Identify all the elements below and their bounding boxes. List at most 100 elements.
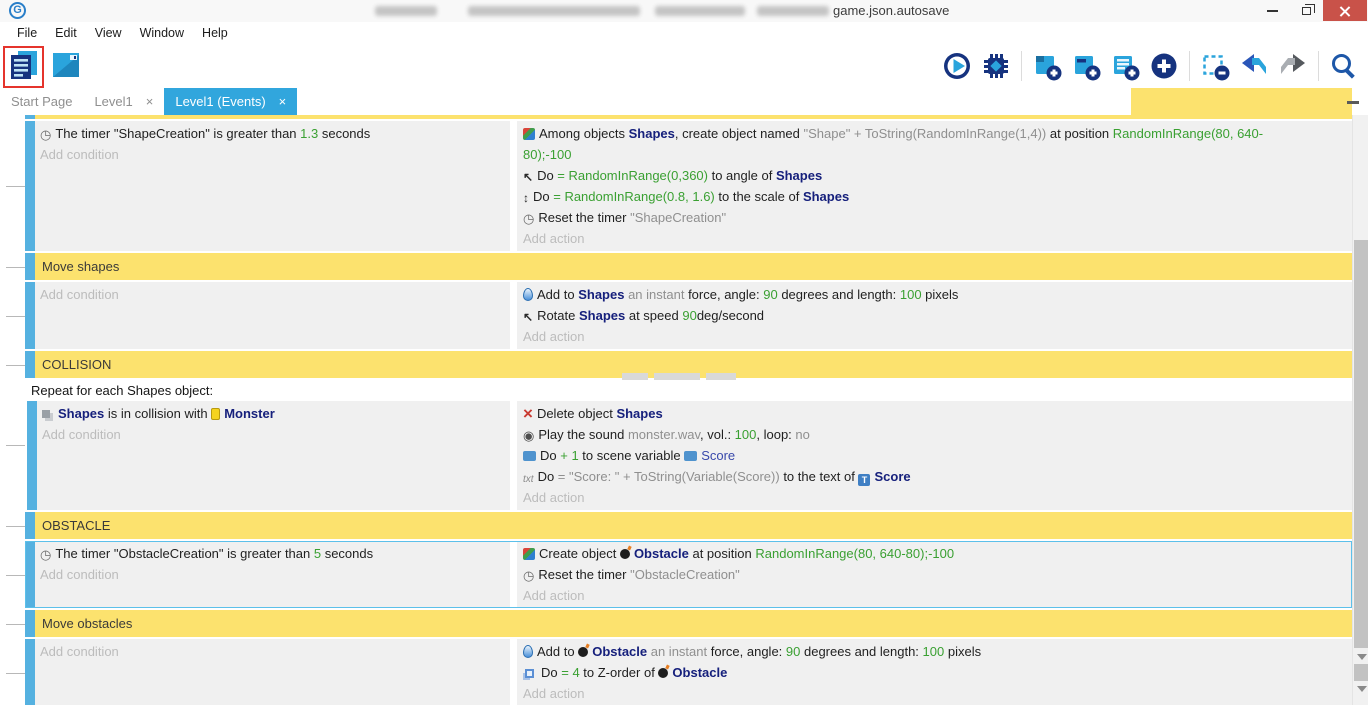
- scroll-down-icon[interactable]: [1357, 686, 1367, 692]
- search-button[interactable]: [1326, 49, 1362, 83]
- condition-line[interactable]: The timer "ObstacleCreation" is greater …: [40, 543, 510, 564]
- column-gap: [510, 639, 517, 705]
- angle-icon: [523, 171, 533, 183]
- redacted-title-segment: [375, 6, 437, 16]
- event-row[interactable]: The timer "ShapeCreation" is greater tha…: [25, 121, 1352, 251]
- add-action[interactable]: Add action: [523, 487, 1352, 508]
- scrollbar-thumb[interactable]: [1354, 664, 1368, 681]
- tab-level1-events[interactable]: Level1 (Events) ×: [164, 88, 297, 115]
- scrollbar-thumb[interactable]: [1354, 240, 1368, 648]
- add-condition[interactable]: Add condition: [40, 284, 510, 305]
- action-line[interactable]: Add to Obstacle an instant force, angle:…: [523, 641, 1352, 662]
- event-handle[interactable]: [25, 282, 35, 349]
- event-handle[interactable]: [25, 351, 35, 378]
- foreach-header[interactable]: Repeat for each Shapes object:: [25, 380, 1352, 401]
- condition-line[interactable]: Shapes is in collision with Monster: [42, 403, 510, 424]
- add-subevent-button[interactable]: [1068, 49, 1104, 83]
- text-segment: to Z-order of: [580, 665, 659, 680]
- scroll-down-icon[interactable]: [1357, 654, 1367, 660]
- action-line[interactable]: Do = RandomInRange(0,360) to angle of Sh…: [523, 165, 1352, 186]
- event-row[interactable]: Add condition Add to Obstacle an instant …: [25, 639, 1352, 705]
- text-segment: "ShapeCreation": [630, 210, 726, 225]
- event-row[interactable]: The timer "ObstacleCreation" is greater …: [25, 541, 1352, 608]
- toolbar-separator: [1318, 51, 1319, 81]
- add-comment-button[interactable]: [1107, 49, 1143, 83]
- action-line[interactable]: Create object Obstacle at position Rando…: [523, 543, 1352, 564]
- splitter-handle[interactable]: [1347, 101, 1359, 104]
- scale-icon: [523, 192, 529, 204]
- add-action[interactable]: Add action: [523, 585, 1352, 606]
- action-line[interactable]: Reset the timer "ShapeCreation": [523, 207, 1352, 228]
- menu-edit[interactable]: Edit: [46, 26, 86, 40]
- add-action[interactable]: Add action: [523, 683, 1352, 704]
- variable-icon: [523, 451, 536, 461]
- bomb-icon: [578, 647, 588, 657]
- event-handle[interactable]: [25, 541, 35, 608]
- event-row[interactable]: Add condition Add to Shapes an instant fo…: [25, 282, 1352, 349]
- minimize-button[interactable]: [1255, 0, 1289, 21]
- event-handle[interactable]: [25, 610, 35, 637]
- action-line[interactable]: Delete object Shapes: [523, 403, 1352, 424]
- search-icon: [1328, 50, 1360, 82]
- add-action[interactable]: Add action: [523, 326, 1352, 347]
- text-segment: force, angle:: [707, 644, 786, 659]
- add-action[interactable]: Add action: [523, 228, 1352, 249]
- add-condition[interactable]: Add condition: [40, 144, 510, 165]
- action-line[interactable]: Play the sound monster.wav, vol.: 100, l…: [523, 424, 1352, 445]
- menu-window[interactable]: Window: [131, 26, 193, 40]
- close-button[interactable]: [1323, 0, 1367, 21]
- event-handle[interactable]: [25, 253, 35, 280]
- event-handle[interactable]: [25, 639, 35, 705]
- action-line[interactable]: Rotate Shapes at speed 90deg/second: [523, 305, 1352, 326]
- event-handle[interactable]: [27, 401, 37, 510]
- text-segment: The timer "ShapeCreation" is greater tha…: [55, 126, 300, 141]
- vertical-scrollbar[interactable]: [1352, 115, 1368, 705]
- remove-event-button[interactable]: [1197, 49, 1233, 83]
- comment-row-partial[interactable]: [25, 115, 1352, 119]
- menu-file[interactable]: File: [8, 26, 46, 40]
- undo-button[interactable]: [1236, 49, 1272, 83]
- tab-level1[interactable]: Level1 ×: [83, 88, 164, 115]
- action-line[interactable]: Reset the timer "ObstacleCreation": [523, 564, 1352, 585]
- foreach-body: Shapes is in collision with MonsterAdd c…: [27, 401, 1352, 510]
- condition-line[interactable]: The timer "ShapeCreation" is greater tha…: [40, 123, 510, 144]
- add-other-event-button[interactable]: [1146, 49, 1182, 83]
- restore-button[interactable]: [1289, 0, 1323, 21]
- action-line[interactable]: Do = "Score: " + ToString(Variable(Score…: [523, 466, 1352, 487]
- add-event-button[interactable]: [1029, 49, 1065, 83]
- text-segment: to scene variable: [579, 448, 685, 463]
- add-condition[interactable]: Add condition: [40, 564, 510, 585]
- debug-button[interactable]: [978, 49, 1014, 83]
- action-line[interactable]: Do = RandomInRange(0.8, 1.6) to the scal…: [523, 186, 1352, 207]
- action-line[interactable]: Add to Shapes an instant force, angle: 9…: [523, 284, 1352, 305]
- tab-close-icon[interactable]: ×: [146, 94, 154, 109]
- variable-icon: [684, 451, 697, 461]
- tab-close-icon[interactable]: ×: [279, 94, 287, 109]
- event-handle[interactable]: [25, 121, 35, 251]
- add-event-icon: [1031, 50, 1063, 82]
- add-condition[interactable]: Add condition: [42, 424, 510, 445]
- text-segment: Among objects: [539, 126, 629, 141]
- comment-row[interactable]: Move shapes: [25, 253, 1352, 280]
- text-segment: Delete object: [537, 406, 617, 421]
- action-line[interactable]: Do = 4 to Z-order of Obstacle: [523, 662, 1352, 683]
- event-handle[interactable]: [25, 512, 35, 539]
- comment-row[interactable]: OBSTACLE: [25, 512, 1352, 539]
- fold-tick: [6, 575, 25, 576]
- play-button[interactable]: [939, 49, 975, 83]
- event-handle[interactable]: [25, 115, 35, 119]
- comment-row[interactable]: Move obstacles: [25, 610, 1352, 637]
- add-condition[interactable]: Add condition: [40, 641, 510, 662]
- action-line[interactable]: Do + 1 to scene variable Score: [523, 445, 1352, 466]
- menu-view[interactable]: View: [86, 26, 131, 40]
- timer-icon: [40, 129, 51, 141]
- conditions-column: The timer "ObstacleCreation" is greater …: [35, 541, 510, 608]
- tab-start-page[interactable]: Start Page: [0, 88, 83, 115]
- menu-help[interactable]: Help: [193, 26, 237, 40]
- redo-button[interactable]: [1275, 49, 1311, 83]
- start-page-button[interactable]: [48, 48, 84, 82]
- action-line[interactable]: Among objects Shapes, create object name…: [523, 123, 1352, 165]
- text-segment: Add to: [537, 644, 578, 659]
- foreach-event-row[interactable]: Repeat for each Shapes object:Shapes is …: [25, 380, 1352, 510]
- text-segment: RandomInRange(80, 640-: [1113, 126, 1263, 141]
